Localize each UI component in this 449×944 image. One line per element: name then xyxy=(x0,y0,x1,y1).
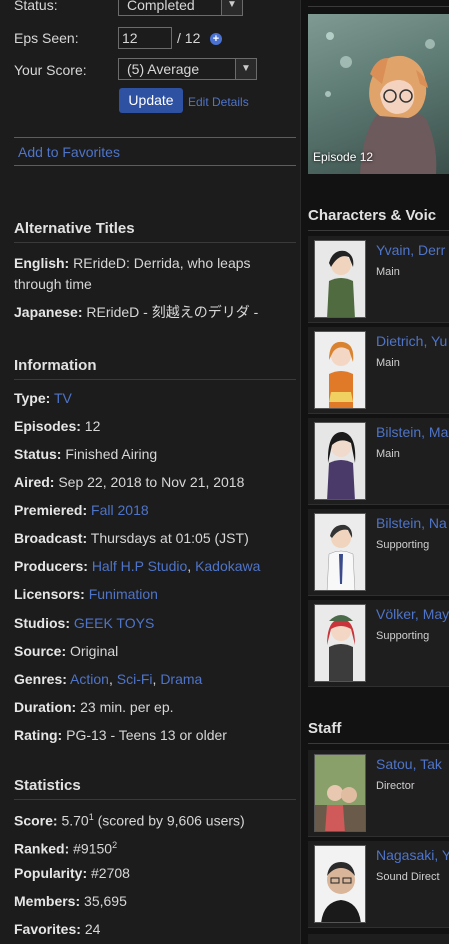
character-card[interactable]: Bilstein, Na Supporting xyxy=(308,509,449,596)
episode-thumbnail[interactable]: Episode 12 xyxy=(308,14,449,174)
type-row: Type: TV xyxy=(14,390,72,406)
character-role: Main xyxy=(376,266,400,278)
divider xyxy=(308,230,449,231)
character-role: Supporting xyxy=(376,630,430,642)
character-card[interactable]: Yvain, Derr Main xyxy=(308,236,449,323)
staff-photo[interactable] xyxy=(314,754,366,832)
character-portrait[interactable] xyxy=(314,513,366,591)
studio-link[interactable]: GEEK TOYS xyxy=(74,615,154,631)
character-portrait[interactable] xyxy=(314,604,366,682)
producer-link[interactable]: Half H.P Studio xyxy=(92,558,187,574)
producers-row: Producers: Half H.P Studio, Kadokawa xyxy=(14,558,261,574)
episodes-row: Episodes: 12 xyxy=(14,418,101,434)
character-portrait[interactable] xyxy=(314,422,366,500)
eps-input[interactable]: 12 xyxy=(118,27,172,49)
character-name-link[interactable]: Yvain, Derr xyxy=(376,242,445,258)
licensors-row: Licensors: Funimation xyxy=(14,586,158,602)
character-role: Main xyxy=(376,448,400,460)
japanese-title: Japanese: RErideD - 刻越えのデリダ - xyxy=(14,304,259,320)
character-name-link[interactable]: Bilstein, Na xyxy=(376,515,447,531)
duration-row: Duration: 23 min. per ep. xyxy=(14,699,174,715)
members-row: Members: 35,695 xyxy=(14,893,127,909)
episode-caption: Episode 12 xyxy=(313,150,374,164)
staff-card[interactable]: Nagasaki, Y Sound Direct xyxy=(308,841,449,928)
score-value: (5) Average xyxy=(127,61,200,77)
english-title: English: REridеD: Derrida, who leaps thr… xyxy=(14,255,251,292)
popularity-row: Popularity: #2708 xyxy=(14,865,130,881)
status-value: Completed xyxy=(127,0,195,13)
eps-label: Eps Seen: xyxy=(14,30,79,46)
staff-heading: Staff xyxy=(308,720,342,737)
score-label: Your Score: xyxy=(14,62,87,78)
character-role: Supporting xyxy=(376,539,430,551)
card-edge xyxy=(308,934,449,944)
plus-circle-icon[interactable]: + xyxy=(210,33,222,45)
character-portrait[interactable] xyxy=(314,240,366,318)
staff-name-link[interactable]: Satou, Tak xyxy=(376,756,442,772)
chevron-down-icon: ▼ xyxy=(221,0,242,15)
main-column: Episode 12 Characters & Voic Yvain, Derr… xyxy=(300,0,449,944)
eps-total: / 12 xyxy=(177,30,201,46)
character-card[interactable]: Dietrich, Yu Main xyxy=(308,327,449,414)
genre-link[interactable]: Action xyxy=(70,671,109,687)
favorites-row: Favorites: 24 xyxy=(14,921,101,937)
chevron-down-icon: ▼ xyxy=(235,59,256,79)
status-row: Status: Finished Airing xyxy=(14,446,158,462)
genre-link[interactable]: Drama xyxy=(160,671,202,687)
left-sidebar: Status: Completed ▼ Eps Seen: 12 / 12 + … xyxy=(0,0,300,944)
characters-heading: Characters & Voic xyxy=(308,207,437,224)
score-select[interactable]: (5) Average ▼ xyxy=(118,58,257,80)
licensor-link[interactable]: Funimation xyxy=(89,586,158,602)
information-heading: Information xyxy=(14,357,296,380)
divider xyxy=(308,6,449,7)
genres-row: Genres: Action, Sci-Fi, Drama xyxy=(14,671,203,687)
staff-photo[interactable] xyxy=(314,845,366,923)
staff-card[interactable]: Satou, Tak Director xyxy=(308,750,449,837)
source-row: Source: Original xyxy=(14,643,119,659)
premiered-link[interactable]: Fall 2018 xyxy=(91,502,149,518)
character-card[interactable]: Völker, May Supporting xyxy=(308,600,449,687)
studios-row: Studios: GEEK TOYS xyxy=(14,615,155,631)
aired-row: Aired: Sep 22, 2018 to Nov 21, 2018 xyxy=(14,474,245,490)
statistics-heading: Statistics xyxy=(14,777,296,800)
edit-details-link[interactable]: Edit Details xyxy=(188,95,249,109)
staff-role: Sound Direct xyxy=(376,871,440,883)
score-row: Score: 5.701 (scored by 9,606 users) xyxy=(14,812,245,829)
rating-row: Rating: PG-13 - Teens 13 or older xyxy=(14,727,227,743)
genre-link[interactable]: Sci-Fi xyxy=(117,671,153,687)
add-to-favorites-link[interactable]: Add to Favorites xyxy=(18,144,120,160)
status-label: Status: xyxy=(14,0,58,13)
ranked-row: Ranked: #91502 xyxy=(14,840,118,857)
character-card[interactable]: Bilstein, Ma Main xyxy=(308,418,449,505)
staff-name-link[interactable]: Nagasaki, Y xyxy=(376,847,449,863)
add-favorites-bar[interactable]: Add to Favorites xyxy=(14,137,296,166)
character-role: Main xyxy=(376,357,400,369)
character-name-link[interactable]: Bilstein, Ma xyxy=(376,424,448,440)
type-link[interactable]: TV xyxy=(54,390,72,406)
divider xyxy=(308,743,449,744)
update-button[interactable]: Update xyxy=(119,88,183,113)
character-portrait[interactable] xyxy=(314,331,366,409)
alt-titles-heading: Alternative Titles xyxy=(14,220,296,243)
character-name-link[interactable]: Völker, May xyxy=(376,606,449,622)
broadcast-row: Broadcast: Thursdays at 01:05 (JST) xyxy=(14,530,249,546)
premiered-row: Premiered: Fall 2018 xyxy=(14,502,149,518)
status-select[interactable]: Completed ▼ xyxy=(118,0,243,16)
staff-role: Director xyxy=(376,780,415,792)
character-name-link[interactable]: Dietrich, Yu xyxy=(376,333,447,349)
producer-link[interactable]: Kadokawa xyxy=(195,558,260,574)
